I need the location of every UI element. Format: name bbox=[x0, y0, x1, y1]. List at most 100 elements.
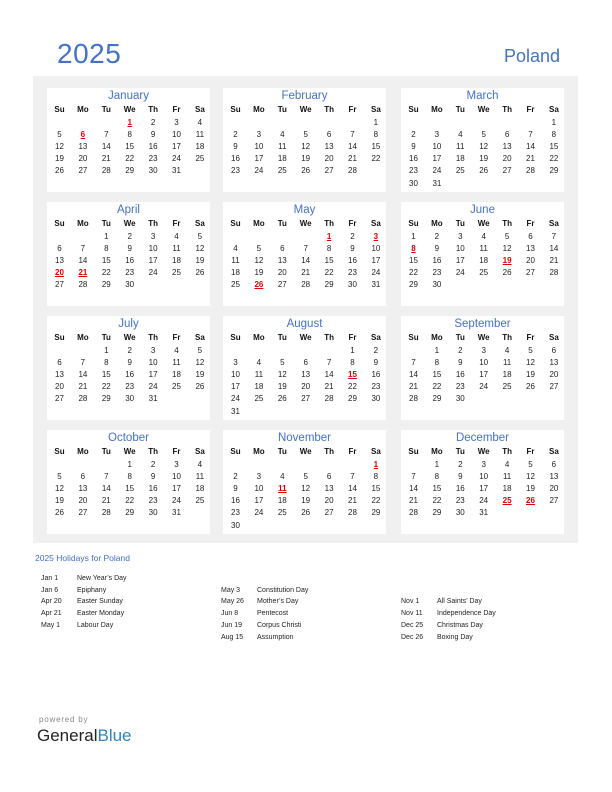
date-cell: 16 bbox=[125, 256, 135, 266]
date-cell: 10 bbox=[231, 370, 240, 380]
date-cell: 27 bbox=[324, 508, 334, 518]
weekday-header: Mo bbox=[431, 105, 443, 114]
date-cell: 7 bbox=[350, 472, 355, 482]
holiday-name: New Year’s Day bbox=[77, 575, 127, 582]
weekday-header: Tu bbox=[455, 333, 465, 342]
weekday-header: Mo bbox=[431, 219, 443, 228]
date-cell: 14 bbox=[348, 484, 357, 494]
holiday-date: 6 bbox=[80, 130, 86, 140]
date-cell: 11 bbox=[278, 142, 287, 152]
weekday-header: Mo bbox=[253, 105, 265, 114]
date-cell: 26 bbox=[301, 166, 311, 176]
weekday-header: Tu bbox=[101, 105, 111, 114]
date-cell: 24 bbox=[479, 496, 489, 506]
date-cell: 23 bbox=[148, 154, 158, 164]
date-cell: 14 bbox=[348, 142, 357, 152]
date-cell: 7 bbox=[350, 130, 355, 140]
date-cell: 6 bbox=[57, 244, 62, 254]
date-cell: 15 bbox=[324, 256, 334, 266]
month-name: May bbox=[293, 204, 316, 216]
date-cell: 19 bbox=[526, 484, 535, 494]
date-cell: 8 bbox=[127, 130, 132, 140]
weekday-header: We bbox=[299, 219, 312, 228]
date-cell: 10 bbox=[148, 244, 158, 254]
date-cell: 23 bbox=[455, 496, 465, 506]
date-cell: 3 bbox=[233, 358, 238, 368]
date-cell: 15 bbox=[432, 484, 442, 494]
date-cell: 21 bbox=[409, 496, 418, 506]
date-cell: 16 bbox=[231, 496, 240, 506]
date-cell: 15 bbox=[101, 256, 111, 266]
weekday-header: We bbox=[299, 333, 312, 342]
date-cell: 20 bbox=[55, 382, 64, 392]
date-cell: 25 bbox=[172, 268, 181, 278]
holiday-date-label: Jun 19 bbox=[221, 621, 243, 629]
weekday-header: Tu bbox=[101, 219, 111, 228]
date-cell: 23 bbox=[125, 268, 135, 278]
date-cell: 11 bbox=[195, 472, 205, 482]
date-cell: 15 bbox=[432, 370, 442, 380]
holiday-name: Constitution Day bbox=[257, 586, 309, 594]
date-cell: 6 bbox=[280, 244, 285, 254]
date-cell: 14 bbox=[549, 244, 559, 254]
date-cell: 23 bbox=[231, 508, 240, 518]
weekday-header: Mo bbox=[77, 105, 89, 114]
date-cell: 24 bbox=[254, 166, 264, 176]
weekday-header: Sa bbox=[370, 333, 381, 342]
holiday-name: Boxing Day bbox=[437, 633, 473, 641]
date-cell: 14 bbox=[101, 142, 111, 152]
weekday-header: Tu bbox=[277, 447, 287, 456]
date-cell: 18 bbox=[479, 256, 489, 266]
weekday-header: Sa bbox=[370, 447, 381, 456]
date-cell: 3 bbox=[256, 472, 262, 482]
date-cell: 29 bbox=[101, 280, 111, 290]
date-cell: 13 bbox=[549, 472, 559, 482]
date-cell: 16 bbox=[148, 484, 158, 494]
weekday-header: Fr bbox=[348, 105, 357, 114]
date-cell: 20 bbox=[549, 484, 559, 494]
holiday-name: All Saints’ Day bbox=[437, 598, 482, 606]
date-cell: 17 bbox=[254, 496, 264, 506]
holiday-name: Easter Sunday bbox=[77, 598, 123, 606]
weekday-header: Su bbox=[54, 333, 65, 342]
date-cell: 21 bbox=[78, 382, 88, 392]
date-cell: 25 bbox=[195, 496, 205, 506]
brand-logo[interactable]: GeneralBlue bbox=[37, 726, 132, 746]
date-cell: 5 bbox=[256, 244, 262, 254]
date-cell: 4 bbox=[280, 130, 285, 140]
date-cell: 30 bbox=[231, 520, 240, 530]
date-cell: 1 bbox=[434, 346, 440, 355]
date-cell: 26 bbox=[301, 508, 311, 518]
weekday-header: Th bbox=[324, 333, 334, 342]
date-cell: 2 bbox=[458, 346, 463, 355]
date-cell: 9 bbox=[458, 472, 463, 482]
holiday-name: Corpus Christi bbox=[257, 621, 302, 629]
date-cell: 5 bbox=[504, 232, 510, 241]
date-cell: 8 bbox=[104, 244, 109, 254]
month-card-september: September Su Mo Tu We Th Fr Sa 1 2 3 4 5 6 7 8 9 10 11 12 13… bbox=[401, 316, 564, 420]
weekday-header: Fr bbox=[526, 447, 535, 456]
date-cell: 28 bbox=[101, 508, 111, 518]
holiday-name: Mother’s Day bbox=[257, 598, 299, 606]
date-cell: 5 bbox=[303, 130, 308, 140]
date-cell: 3 bbox=[481, 346, 486, 355]
date-cell: 5 bbox=[57, 472, 62, 482]
date-cell: 15 bbox=[409, 256, 418, 266]
date-cell: 14 bbox=[324, 370, 334, 380]
date-cell: 13 bbox=[277, 256, 287, 266]
date-cell: 25 bbox=[195, 154, 205, 164]
date-cell: 1 bbox=[104, 346, 109, 355]
date-cell: 23 bbox=[348, 268, 357, 278]
date-cell: 10 bbox=[172, 130, 181, 140]
holiday-name: Easter Monday bbox=[77, 610, 125, 618]
date-cell: 12 bbox=[301, 142, 311, 152]
date-cell: 22 bbox=[348, 382, 357, 392]
date-cell: 19 bbox=[301, 496, 311, 506]
date-cell: 4 bbox=[504, 346, 510, 355]
date-cell: 21 bbox=[348, 154, 357, 164]
date-cell: 6 bbox=[326, 472, 332, 482]
date-cell: 8 bbox=[104, 358, 109, 368]
date-cell: 1 bbox=[551, 118, 557, 127]
weekday-header: Sa bbox=[548, 447, 559, 456]
date-cell: 18 bbox=[455, 154, 465, 164]
